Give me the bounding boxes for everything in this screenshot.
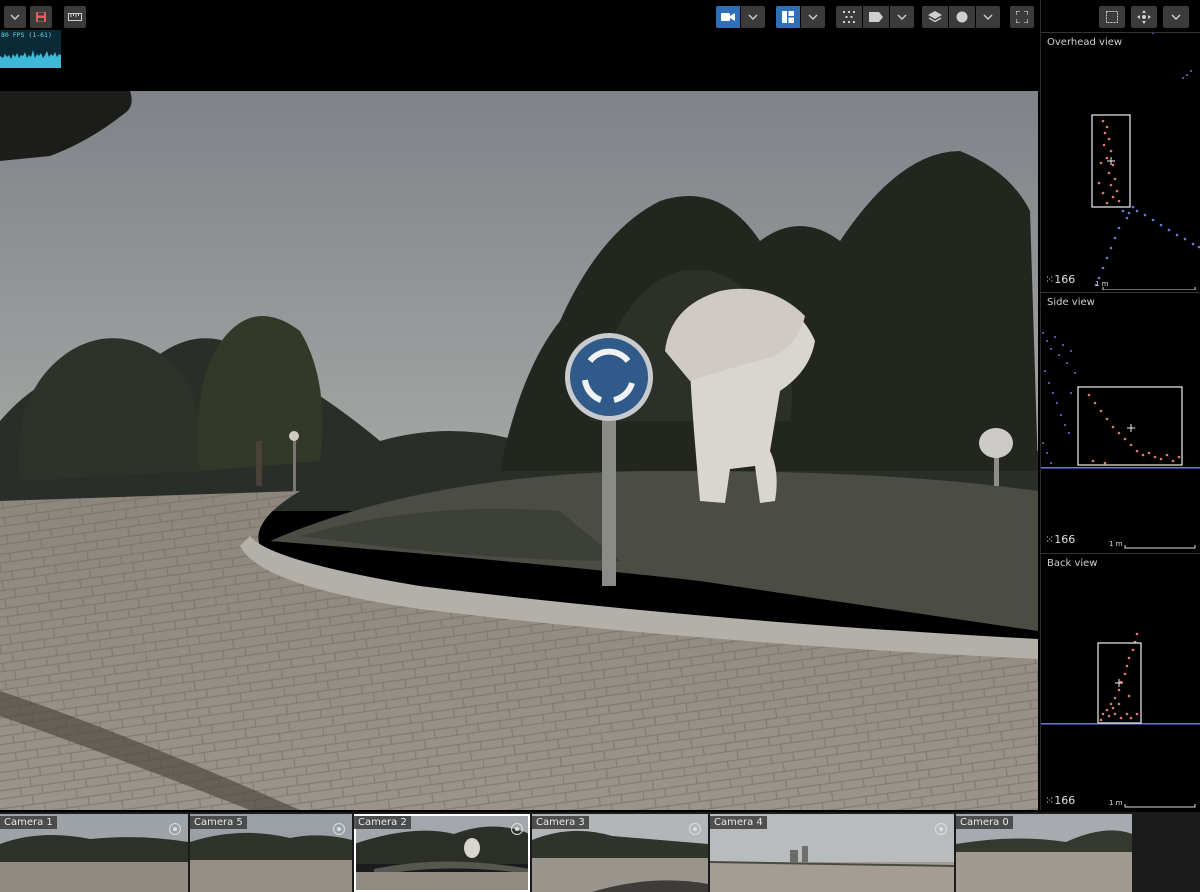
- layout-menu-button[interactable]: [801, 6, 825, 28]
- camera-0-label: Camera 0: [956, 816, 1013, 829]
- camera-image: [0, 91, 1038, 810]
- fps-meter: 80 FPS (1-61): [0, 30, 61, 68]
- layers-button[interactable]: [922, 6, 948, 28]
- save-icon: [36, 12, 46, 22]
- back-view-title: Back view: [1047, 558, 1098, 569]
- back-point-count: ⁙166: [1045, 794, 1076, 807]
- fps-label: 80 FPS (1-61): [1, 31, 52, 39]
- overhead-pointcloud: [1091, 33, 1200, 290]
- camera-thumb-4[interactable]: Camera 4: [710, 814, 954, 892]
- label-icon: [869, 12, 883, 22]
- right-panel: Overhead view ⁙166 1 m Side view ⁙166 1 …: [1040, 0, 1200, 810]
- move-button[interactable]: [1131, 6, 1157, 28]
- select-box-icon: [1106, 11, 1118, 23]
- shape-button[interactable]: [949, 6, 975, 28]
- side-point-count: ⁙166: [1045, 533, 1076, 546]
- camera-thumb-5[interactable]: Camera 5: [190, 814, 352, 892]
- points-group: [836, 6, 914, 28]
- chevron-down-icon: [808, 14, 818, 20]
- layers-group: [922, 6, 1000, 28]
- layout-group: [776, 6, 825, 28]
- target-icon[interactable]: [510, 822, 524, 836]
- circle-icon: [956, 11, 968, 23]
- layers-menu-button[interactable]: [976, 6, 1000, 28]
- ruler-button[interactable]: [64, 6, 86, 28]
- chevron-down-icon: [897, 14, 907, 20]
- layout-button[interactable]: [776, 6, 800, 28]
- points-icon: ⁙: [1045, 533, 1055, 546]
- chevron-down-icon: [983, 14, 993, 20]
- main-camera-view[interactable]: [0, 91, 1038, 810]
- back-view[interactable]: Back view ⁙166 1 m: [1041, 553, 1200, 810]
- fps-graph: [0, 50, 61, 68]
- move-icon: [1137, 10, 1151, 24]
- camera-thumb-1[interactable]: Camera 1: [0, 814, 188, 892]
- collapse-button[interactable]: [4, 6, 26, 28]
- camera-icon: [721, 13, 735, 21]
- back-pointcloud: [1041, 632, 1200, 808]
- layout-icon: [782, 11, 794, 23]
- points-icon: ⁙: [1045, 273, 1055, 286]
- side-view-title: Side view: [1047, 297, 1095, 308]
- camera-5-label: Camera 5: [190, 816, 247, 829]
- camera-thumb-2[interactable]: Camera 2: [354, 814, 530, 892]
- camera-1-label: Camera 1: [0, 816, 57, 829]
- points-menu-button[interactable]: [890, 6, 914, 28]
- chevron-down-icon: [748, 14, 758, 20]
- overhead-view[interactable]: Overhead view ⁙166 1 m: [1041, 32, 1200, 290]
- camera-menu-button[interactable]: [741, 6, 765, 28]
- target-icon[interactable]: [688, 822, 702, 836]
- label-button[interactable]: [863, 6, 889, 28]
- fullscreen-icon: [1016, 11, 1028, 23]
- camera-4-label: Camera 4: [710, 816, 767, 829]
- camera-thumb-3[interactable]: Camera 3: [532, 814, 708, 892]
- chevron-down-icon: [1171, 14, 1181, 20]
- layers-icon: [928, 11, 942, 23]
- view-menu-button[interactable]: [1163, 6, 1189, 28]
- camera-thumb-0[interactable]: Camera 0: [956, 814, 1132, 892]
- overhead-view-title: Overhead view: [1047, 37, 1123, 48]
- overhead-point-count: ⁙166: [1045, 273, 1076, 286]
- points-icon: ⁙: [1045, 794, 1055, 807]
- fullscreen-button[interactable]: [1010, 6, 1034, 28]
- camera-2-label: Camera 2: [354, 816, 411, 829]
- ruler-icon: [68, 13, 82, 21]
- side-pointcloud: [1041, 332, 1200, 549]
- side-view[interactable]: Side view ⁙166 1 m: [1041, 292, 1200, 552]
- chevron-down-icon: [10, 14, 20, 20]
- select-box-button[interactable]: [1099, 6, 1125, 28]
- camera-mode-group: [716, 6, 765, 28]
- target-icon[interactable]: [332, 822, 346, 836]
- points-button[interactable]: [836, 6, 862, 28]
- camera-view-button[interactable]: [716, 6, 740, 28]
- save-button[interactable]: [30, 6, 52, 28]
- target-icon[interactable]: [934, 822, 948, 836]
- points-icon: [843, 11, 855, 23]
- back-scale-label: 1 m: [1109, 799, 1123, 807]
- camera-strip: Camera 1 Camera 5 Camera 2 Camera 3 Came…: [0, 812, 1200, 892]
- viewer-app: 80 FPS (1-61) Overhead view ⁙166 1 m Sid…: [0, 0, 1200, 892]
- side-scale-label: 1 m: [1109, 540, 1123, 548]
- target-icon[interactable]: [168, 822, 182, 836]
- camera-3-label: Camera 3: [532, 816, 589, 829]
- overhead-scale-label: 1 m: [1095, 280, 1109, 288]
